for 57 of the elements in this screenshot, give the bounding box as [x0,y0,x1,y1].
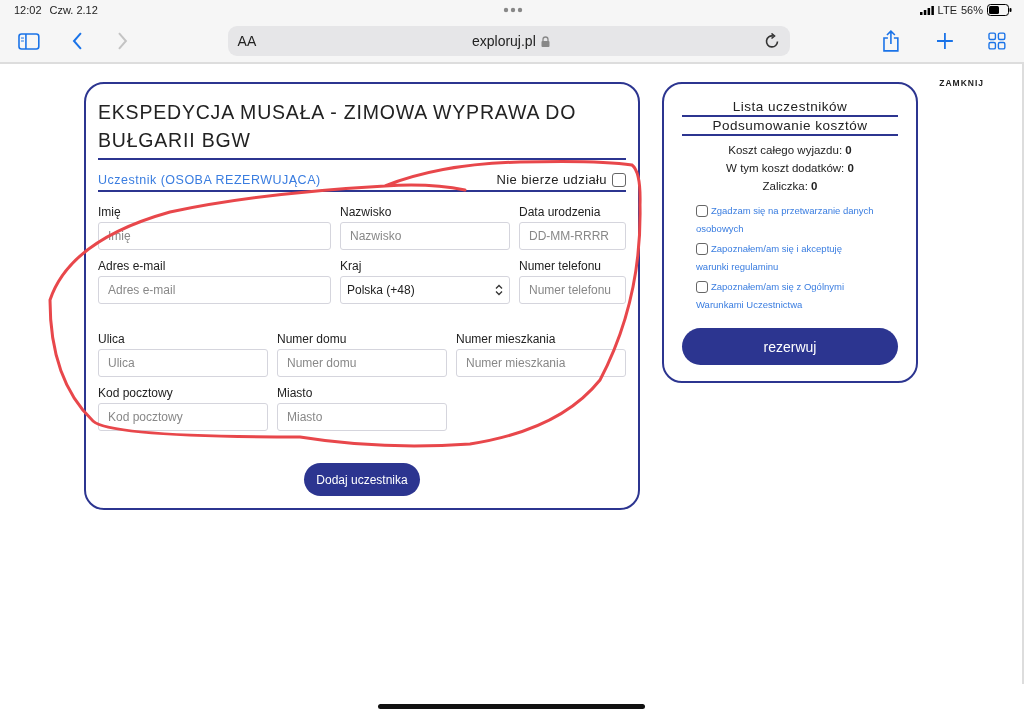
share-icon[interactable] [882,30,901,52]
back-icon[interactable] [71,32,83,50]
field-label: Imię [98,205,122,219]
field-label: Numer mieszkania [456,332,557,346]
text-input[interactable]: Kod pocztowy [98,403,268,431]
network-text: LTE [937,4,957,16]
consent-checkbox[interactable] [696,243,708,255]
lock-icon [540,35,550,47]
date-text: Czw. 2.12 [49,4,98,16]
text-input[interactable]: Ulica [98,349,268,377]
section-title: Uczestnik (OSOBA REZERWUJĄCA) [98,172,321,187]
field-label: Numer telefonu [519,259,603,273]
cost-line: Koszt całego wyjazdu: 0 [728,143,852,158]
battery-icon [987,4,1012,16]
summary-heading: Lista uczestników [682,98,898,117]
plus-icon[interactable] [936,32,955,50]
clock-time: 12:02 [14,4,42,16]
field-label: Ulica [98,332,126,346]
reload-icon[interactable] [765,33,781,49]
consent-link[interactable]: Zapoznałem/am się i akceptuję warunki regulaminu [696,240,876,276]
sidebar-icon[interactable] [18,32,40,50]
reserve-button[interactable]: rezerwuj [682,328,898,365]
text-input[interactable]: Adres e-mail [98,276,331,304]
text-input[interactable]: Nazwisko [340,222,510,250]
consent-link[interactable]: Zapoznałem/am się z Ogólnymi Warunkami Uczestnictwa [696,278,876,314]
tabs-grid-icon[interactable] [988,32,1006,50]
text-input[interactable]: Miasto [277,403,447,431]
chevron-updown-icon [495,284,503,296]
field-label: Data urodzenia [519,205,602,219]
opt-out-label: Nie bierze udziału [496,172,607,187]
field-label: Adres e-mail [98,259,167,273]
url-text: exploruj.pl [471,33,536,49]
opt-out-checkbox[interactable] [612,172,626,187]
cost-line: W tym koszt dodatków: 0 [726,161,854,176]
field-label: Kraj [340,259,363,273]
text-size-button[interactable]: AA [237,33,257,49]
text-input[interactable]: DD-MM-RRRR [519,222,626,250]
consent-link[interactable]: Zgadzam się na przetwarzanie danych osobowych [696,202,876,238]
consent-checkbox[interactable] [696,281,708,293]
add-participant-button[interactable]: Dodaj uczestnika [304,463,420,496]
field-label: Kod pocztowy [98,386,174,400]
address-bar[interactable]: AA exploruj.pl [227,26,791,56]
form-title: EKSPEDYCJA MUSAŁA - ZIMOWA WYPRAWA DO BUŁGARII BGW [98,98,626,160]
text-input[interactable]: Numer telefonu [519,276,626,304]
cost-line: Zaliczka: 0 [762,179,818,194]
country-select[interactable]: Polska (+48) [340,276,510,304]
field-label: Numer domu [277,332,348,346]
close-link[interactable]: ZAMKNIJ [939,78,984,88]
summary-heading: Podsumowanie kosztów [682,117,898,136]
field-label: Miasto [277,386,314,400]
consent-checkbox[interactable] [696,205,708,217]
text-input[interactable]: Numer domu [277,349,447,377]
field-label: Nazwisko [340,205,393,219]
more-dots-icon[interactable] [503,7,523,13]
text-input[interactable]: Numer mieszkania [456,349,626,377]
battery-percent: 56% [960,4,983,16]
signal-icon [919,5,934,15]
